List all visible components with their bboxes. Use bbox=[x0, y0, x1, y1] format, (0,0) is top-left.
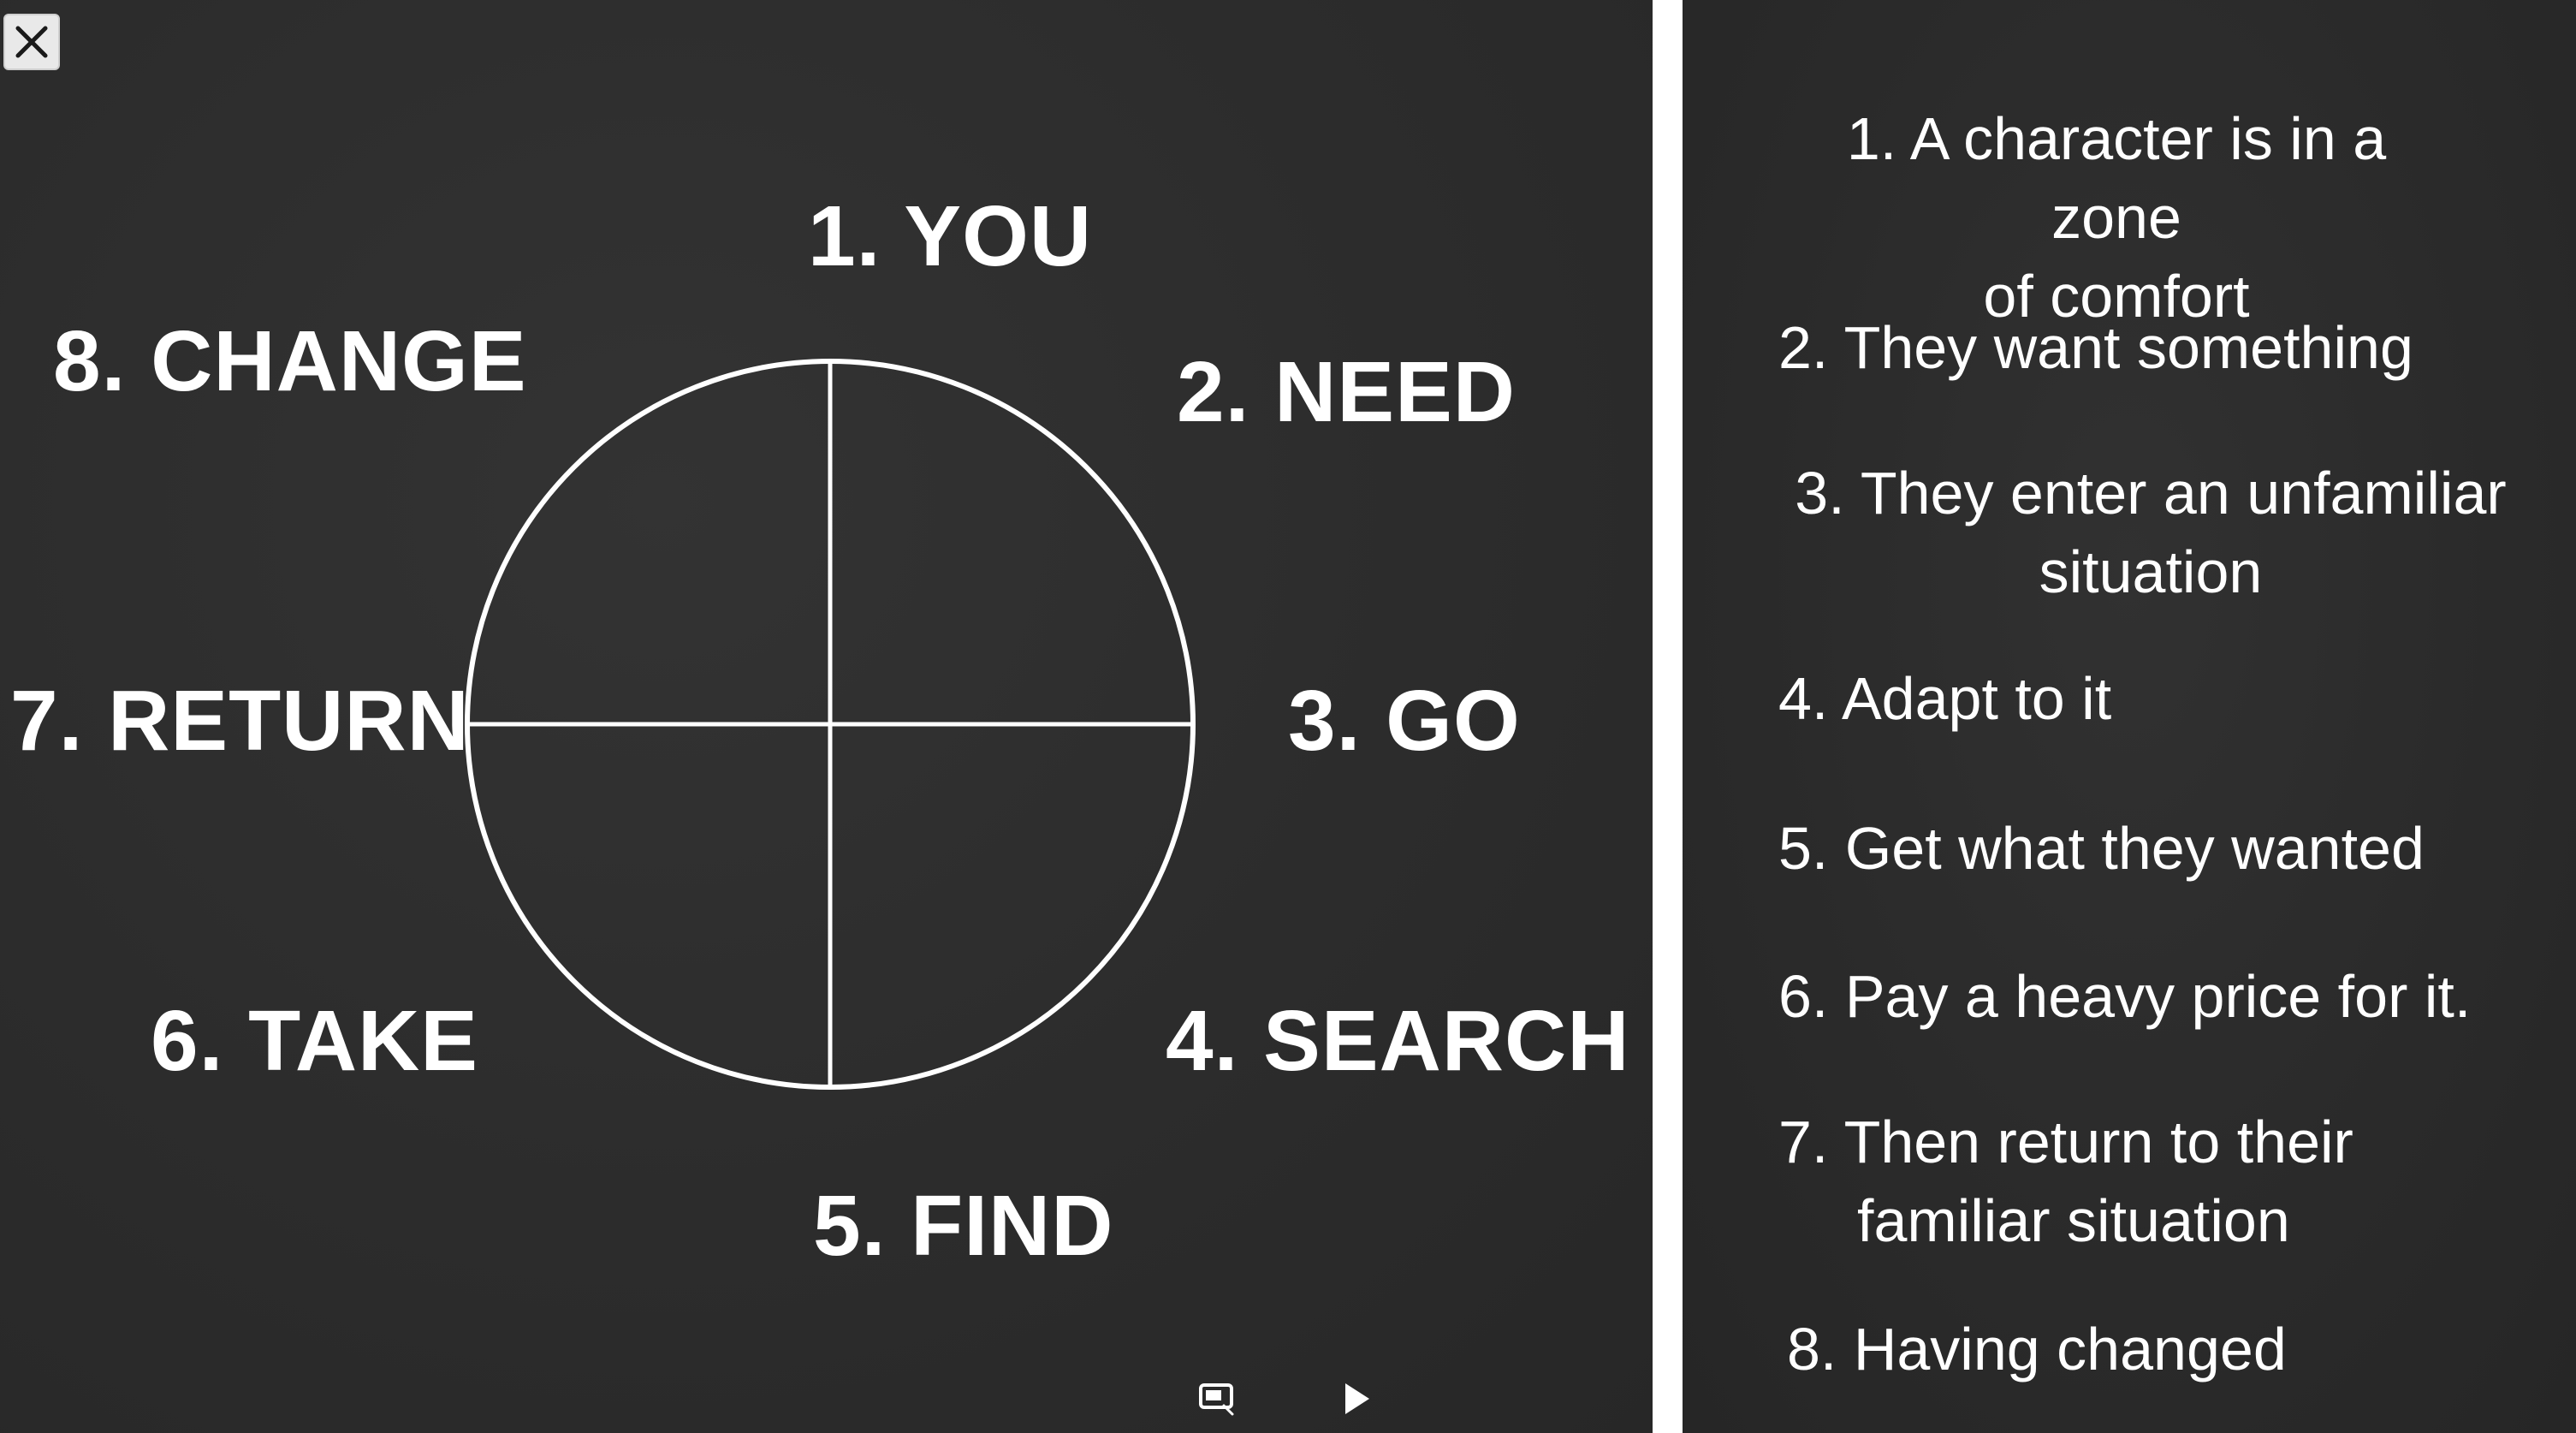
image-viewer: 1. YOU 2. NEED 3. GO 4. SEARCH 5. FIND 6… bbox=[0, 0, 2576, 1433]
description-line: situation bbox=[2039, 538, 2263, 605]
description-item: 1. A character is in a zone of comfort bbox=[1778, 99, 2454, 336]
step-label-go: 3. GO bbox=[1288, 673, 1521, 769]
description-line: 4. Adapt to it bbox=[1778, 665, 2112, 732]
close-icon bbox=[15, 26, 48, 58]
close-button[interactable] bbox=[3, 14, 60, 70]
description-item: 8. Having changed bbox=[1787, 1310, 2287, 1388]
description-line: 2. They want something bbox=[1778, 314, 2413, 381]
play-icon bbox=[1345, 1383, 1369, 1414]
description-line: 8. Having changed bbox=[1787, 1316, 2287, 1382]
play-button[interactable] bbox=[1333, 1377, 1378, 1421]
screen-cast-button[interactable] bbox=[1195, 1377, 1239, 1421]
step-label-take: 6. TAKE bbox=[151, 993, 478, 1089]
description-item: 6. Pay a heavy price for it. bbox=[1778, 957, 2471, 1036]
description-line: 3. They enter an unfamiliar bbox=[1795, 460, 2507, 526]
step-label-need: 2. NEED bbox=[1177, 344, 1517, 440]
description-line: familiar situation bbox=[1857, 1187, 2290, 1254]
step-label-change: 8. CHANGE bbox=[53, 313, 527, 409]
description-item: 7. Then return to their familiar situati… bbox=[1778, 1103, 2395, 1260]
description-line: 7. Then return to their bbox=[1778, 1109, 2353, 1175]
step-label-search: 4. SEARCH bbox=[1166, 993, 1630, 1089]
description-item: 5. Get what they wanted bbox=[1778, 809, 2425, 888]
step-label-return: 7. RETURN bbox=[10, 673, 470, 769]
description-line: 5. Get what they wanted bbox=[1778, 815, 2425, 882]
description-item: 3. They enter an unfamiliar situation bbox=[1778, 454, 2523, 611]
story-circle-panel: 1. YOU 2. NEED 3. GO 4. SEARCH 5. FIND 6… bbox=[0, 0, 1653, 1433]
step-label-find: 5. FIND bbox=[813, 1178, 1114, 1274]
description-item: 4. Adapt to it bbox=[1778, 659, 2111, 738]
description-line: 1. A character is in a zone bbox=[1846, 105, 2387, 251]
description-item: 2. They want something bbox=[1778, 308, 2413, 387]
description-line: 6. Pay a heavy price for it. bbox=[1778, 963, 2472, 1030]
screen-cast-icon bbox=[1199, 1383, 1234, 1416]
panel-divider bbox=[1653, 0, 1683, 1433]
step-label-you: 1. YOU bbox=[808, 188, 1093, 284]
